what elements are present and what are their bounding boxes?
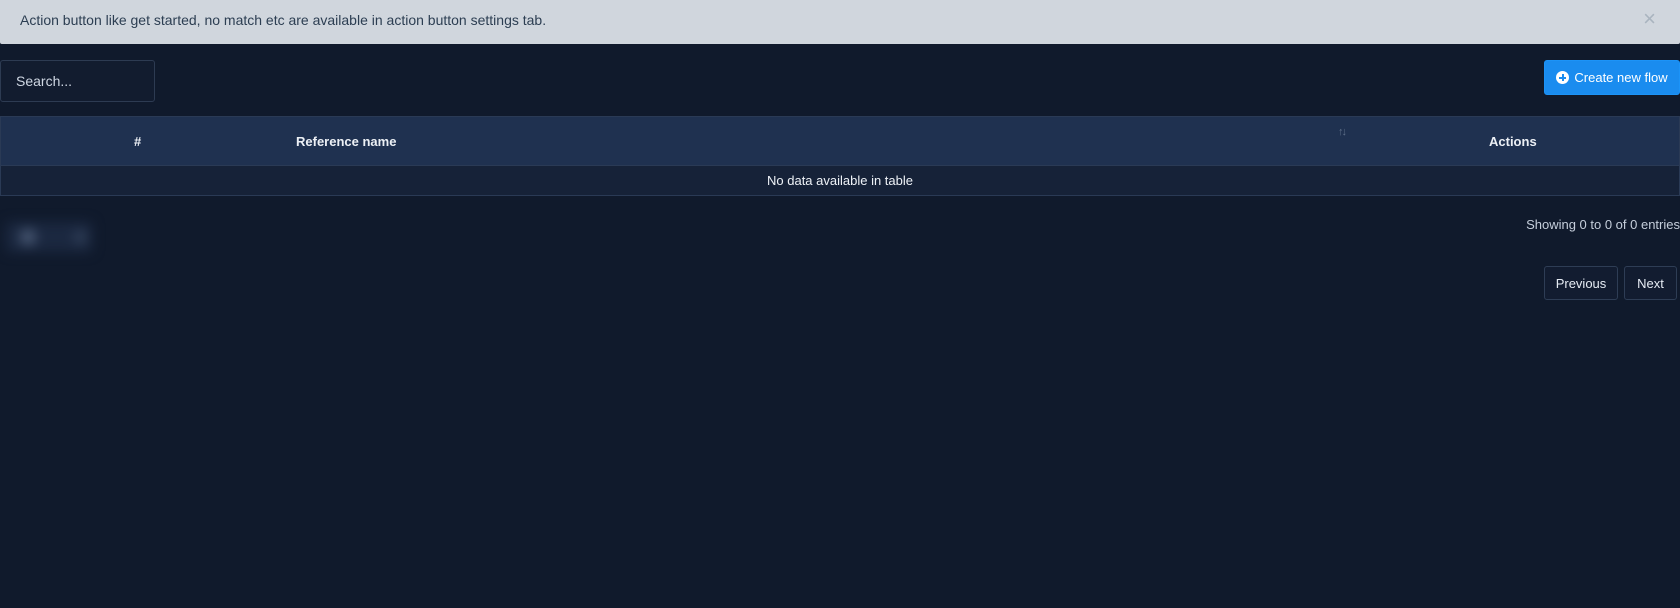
create-new-flow-button[interactable]: Create new flow xyxy=(1544,60,1680,95)
blurred-circle-icon xyxy=(20,229,36,245)
create-new-flow-label: Create new flow xyxy=(1574,70,1668,85)
plus-circle-icon xyxy=(1556,71,1570,84)
search-input[interactable] xyxy=(0,60,155,102)
close-icon[interactable]: × xyxy=(1643,8,1656,30)
blurred-length-selector xyxy=(6,222,92,252)
flows-table: # Reference name ↑↓ Actions No data avai… xyxy=(0,116,1680,196)
next-page-button[interactable]: Next xyxy=(1624,266,1677,300)
info-alert: Action button like get started, no match… xyxy=(0,0,1680,44)
table-header: # Reference name ↑↓ Actions xyxy=(0,116,1680,166)
previous-page-button[interactable]: Previous xyxy=(1544,266,1618,300)
alert-message: Action button like get started, no match… xyxy=(20,12,547,28)
table-row: No data available in table xyxy=(0,166,1680,196)
empty-table-message: No data available in table xyxy=(767,173,913,188)
column-header-reference-name[interactable]: Reference name xyxy=(296,133,396,151)
sort-icon[interactable]: ↑↓ xyxy=(1338,126,1347,138)
table-info: Showing 0 to 0 of 0 entries xyxy=(1526,217,1680,232)
column-header-actions: Actions xyxy=(1489,134,1537,149)
blurred-dot-icon xyxy=(74,231,86,243)
column-header-number[interactable]: # xyxy=(134,133,141,151)
page: Action button like get started, no match… xyxy=(0,0,1680,608)
